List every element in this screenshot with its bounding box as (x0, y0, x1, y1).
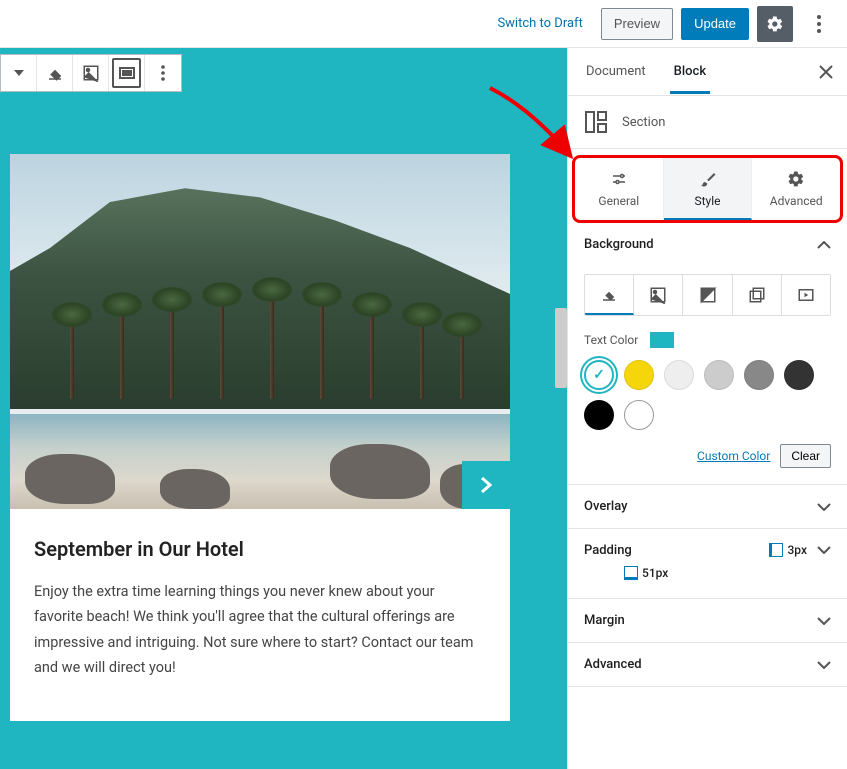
custom-color-link[interactable]: Custom Color (697, 449, 770, 463)
kebab-icon (817, 15, 821, 33)
bg-type-slider[interactable] (733, 275, 782, 315)
padding-bottom-value: 51px (642, 566, 668, 580)
preview-button[interactable]: Preview (601, 8, 673, 40)
panel-padding-label: Padding (584, 543, 632, 558)
chevron-down-icon (817, 661, 831, 669)
image-icon (649, 286, 667, 304)
bg-type-gradient[interactable] (683, 275, 732, 315)
bg-type-color[interactable] (585, 275, 634, 315)
color-swatch-none[interactable] (624, 400, 654, 430)
text-color-label: Text Color (584, 333, 638, 347)
bg-type-video[interactable] (782, 275, 830, 315)
bg-type-image[interactable] (634, 275, 683, 315)
panel-margin-toggle[interactable]: Margin (568, 599, 847, 642)
update-button[interactable]: Update (681, 8, 749, 40)
panel-margin: Margin (568, 599, 847, 643)
paint-bucket-icon (46, 64, 64, 82)
padding-bottom-icon (624, 566, 638, 580)
settings-gear-button[interactable] (757, 6, 793, 42)
section-block-icon (584, 110, 608, 134)
color-swatch-lightgray[interactable] (664, 360, 694, 390)
panel-background-toggle[interactable]: Background (568, 223, 847, 266)
subtabs-highlight: General Style Advanced (572, 155, 843, 223)
scrollbar-thumb[interactable] (555, 308, 567, 388)
color-swatch-white[interactable] (584, 360, 614, 390)
panel-padding-toggle[interactable]: Padding 3px 51px (568, 529, 847, 598)
switch-to-draft-link[interactable]: Switch to Draft (497, 16, 582, 31)
panel-advanced-toggle[interactable]: Advanced (568, 643, 847, 686)
block-type-label: Section (622, 115, 665, 130)
video-icon (797, 286, 815, 304)
more-options-button[interactable] (801, 6, 837, 42)
panel-background-label: Background (584, 237, 654, 252)
paint-bucket-icon (600, 285, 618, 303)
image-button[interactable] (73, 55, 109, 91)
chevron-down-icon (14, 70, 24, 76)
subtab-style[interactable]: Style (664, 158, 753, 220)
chevron-down-icon (817, 546, 831, 554)
fullwidth-button[interactable] (109, 55, 145, 91)
sidebar-close-button[interactable] (809, 55, 843, 89)
block-type-row: Section (568, 96, 847, 149)
tab-document[interactable]: Document (572, 50, 660, 93)
subtab-advanced[interactable]: Advanced (752, 158, 840, 220)
chevron-down-icon (817, 617, 831, 625)
subtab-style-label: Style (695, 194, 721, 208)
sliders-icon (610, 170, 628, 188)
color-swatch-yellow[interactable] (624, 360, 654, 390)
color-swatch-darkgray[interactable] (744, 360, 774, 390)
background-type-tabs (584, 274, 831, 316)
padding-left-value: 3px (787, 543, 807, 557)
kebab-icon (161, 65, 165, 81)
padding-left-icon (769, 543, 783, 557)
panel-advanced: Advanced (568, 643, 847, 687)
chevron-right-icon (480, 476, 492, 494)
subtab-general[interactable]: General (575, 158, 664, 220)
close-icon (819, 65, 833, 79)
panel-overlay-label: Overlay (584, 499, 627, 514)
block-more-button[interactable] (145, 55, 181, 91)
color-palette (584, 360, 831, 430)
gear-icon (766, 15, 784, 33)
gradient-icon (699, 286, 717, 304)
image-icon (82, 64, 100, 82)
brush-icon (699, 170, 717, 188)
editor-canvas[interactable]: September in Our Hotel Enjoy the extra t… (0, 48, 567, 769)
panel-overlay-toggle[interactable]: Overlay (568, 485, 847, 528)
panel-overlay: Overlay (568, 485, 847, 529)
color-swatch-black[interactable] (584, 400, 614, 430)
chevron-down-icon (817, 503, 831, 511)
panel-padding: Padding 3px 51px (568, 529, 847, 599)
card-text[interactable]: Enjoy the extra time learning things you… (34, 579, 486, 681)
panel-background: Background Text Color (568, 223, 847, 485)
card-title[interactable]: September in Our Hotel (34, 537, 486, 561)
gear-icon (787, 170, 805, 188)
color-swatch-charcoal[interactable] (784, 360, 814, 390)
sidebar-tabs: Document Block (568, 48, 847, 96)
editor-top-bar: Switch to Draft Preview Update (0, 0, 847, 48)
layers-icon (748, 286, 766, 304)
content-card[interactable]: September in Our Hotel Enjoy the extra t… (10, 154, 510, 721)
clear-color-button[interactable]: Clear (780, 444, 831, 468)
carousel-next-button[interactable] (462, 461, 510, 509)
panel-margin-label: Margin (584, 613, 625, 628)
tab-block[interactable]: Block (660, 50, 720, 93)
block-toolbar (0, 54, 182, 92)
card-image (10, 154, 510, 509)
fullwidth-icon (119, 67, 135, 79)
panel-advanced-label: Advanced (584, 657, 642, 672)
paint-bucket-button[interactable] (37, 55, 73, 91)
current-text-color-swatch (650, 332, 674, 348)
block-type-dropdown[interactable] (1, 55, 37, 91)
settings-sidebar: Document Block Section General Style (567, 48, 847, 769)
subtab-general-label: General (598, 194, 639, 208)
chevron-up-icon (817, 241, 831, 249)
subtab-advanced-label: Advanced (770, 194, 823, 208)
color-swatch-gray[interactable] (704, 360, 734, 390)
